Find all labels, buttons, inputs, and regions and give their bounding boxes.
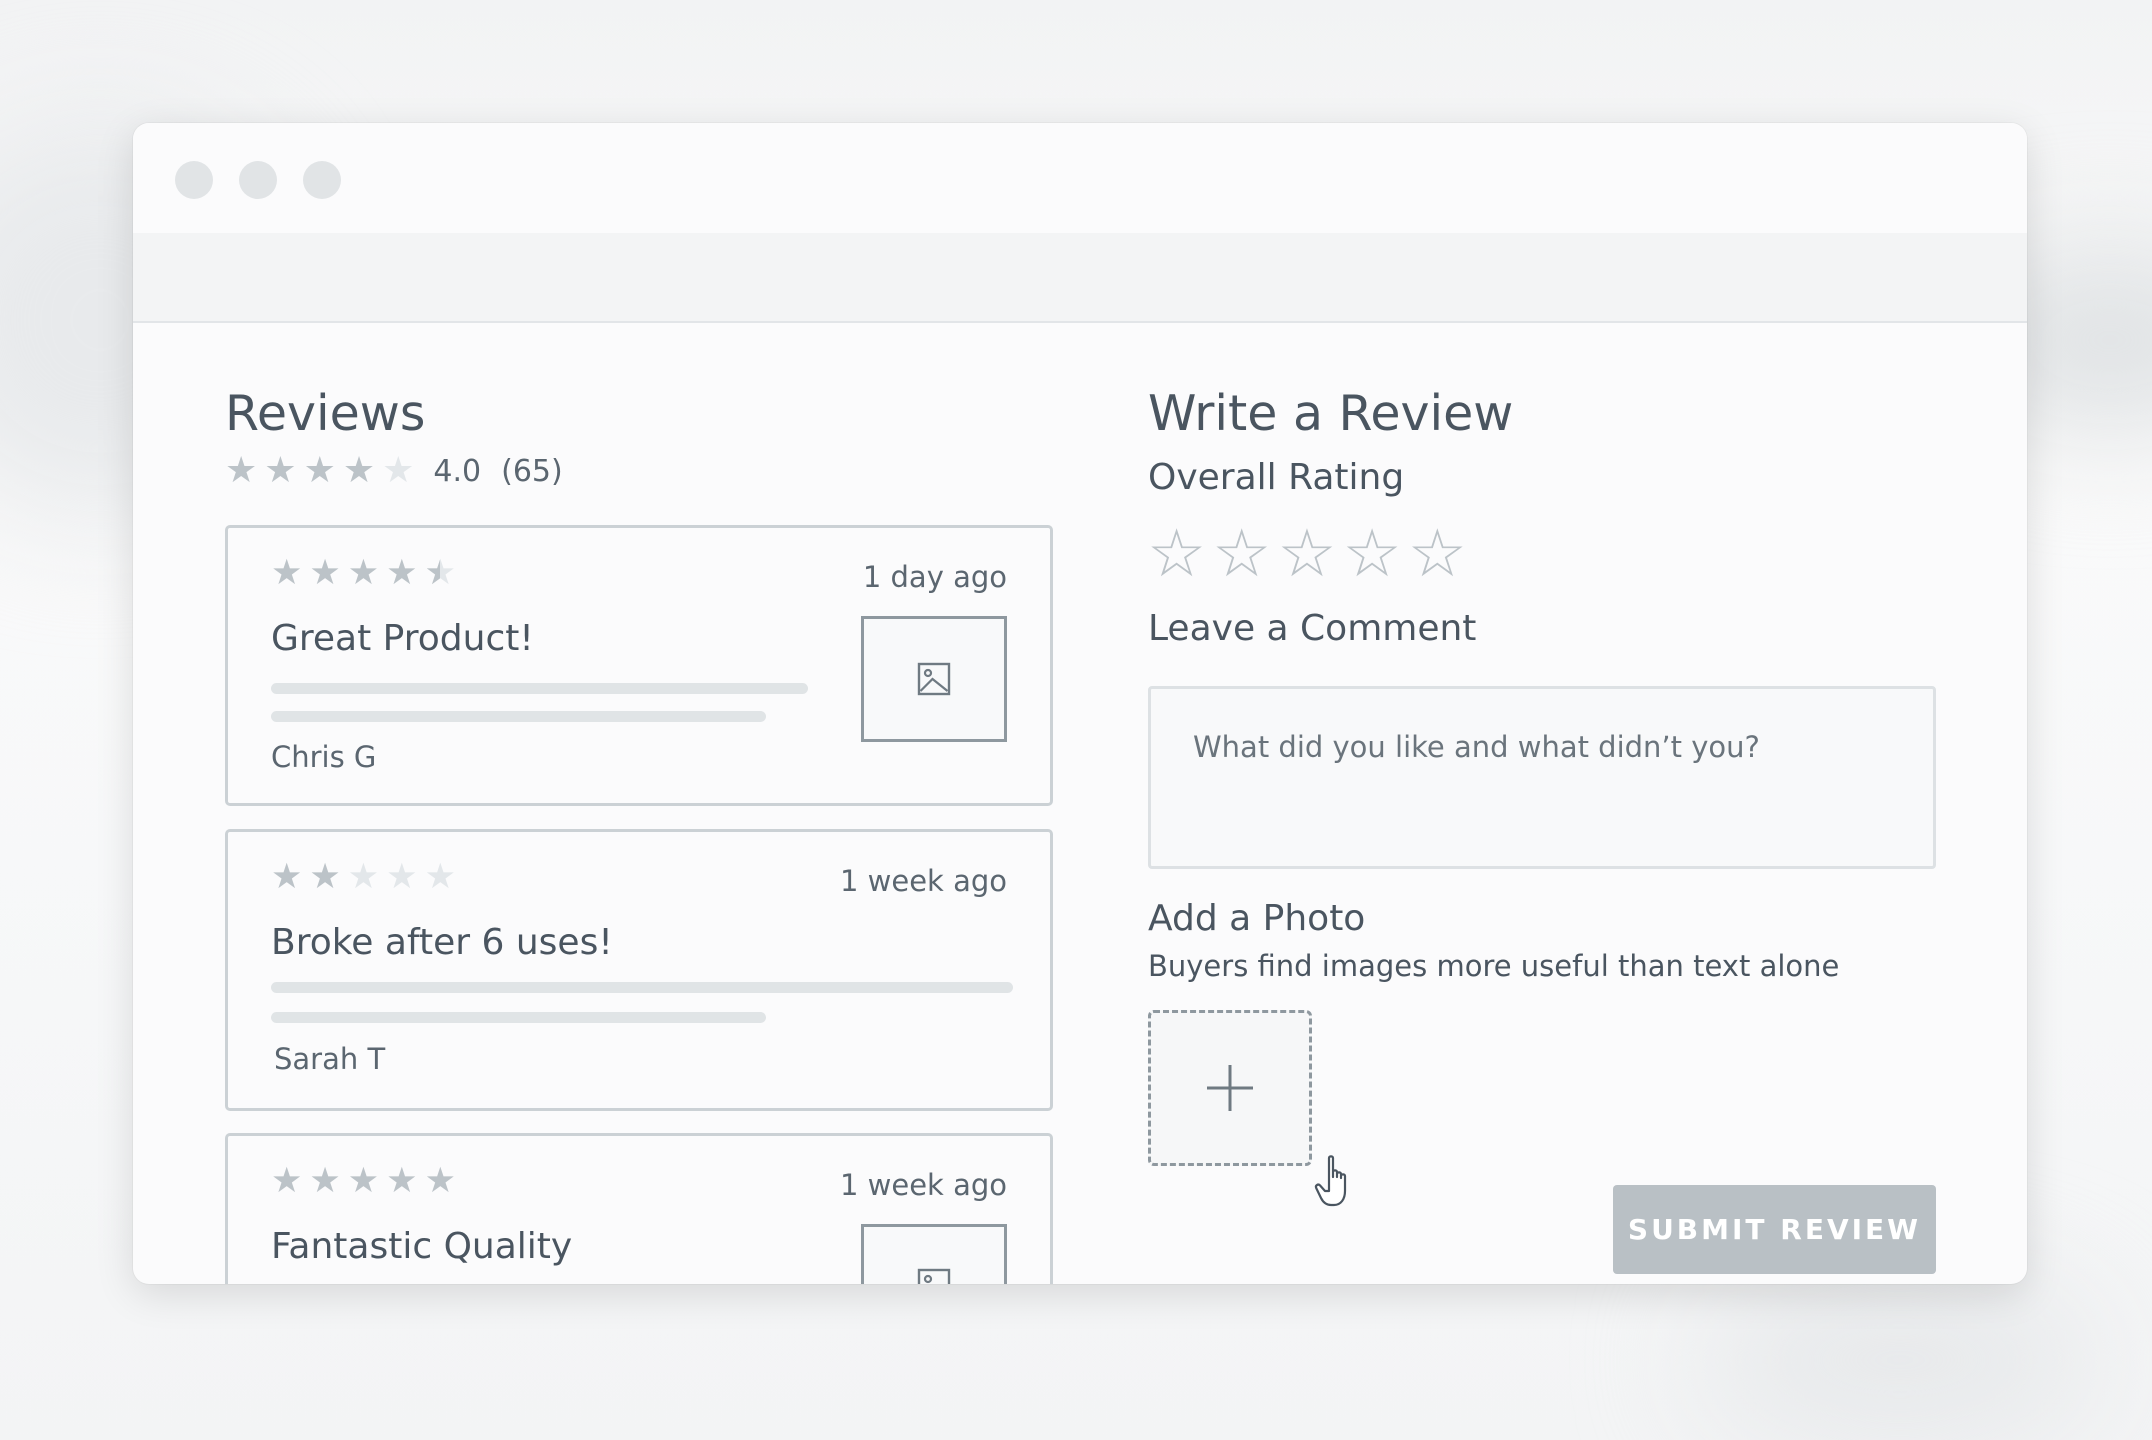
comment-textarea[interactable]: What did you like and what didn’t you? <box>1148 686 1936 869</box>
review-card[interactable]: ★ ★ ★ ★ ★ 1 week ago Broke after 6 uses! Sar… <box>225 829 1053 1111</box>
review-headline: Broke after 6 uses! <box>271 922 613 963</box>
review-author: Sarah T <box>274 1042 386 1076</box>
image-icon <box>917 662 951 696</box>
text-placeholder-line <box>271 1012 766 1023</box>
review-time: 1 day ago <box>862 560 1007 594</box>
star-filled-icon: ★ <box>424 1161 456 1201</box>
review-card[interactable]: ★★★★★★ 1 day ago Great Product! Chris G <box>225 525 1053 806</box>
add-photo-label: Add a Photo <box>1148 898 1366 939</box>
star-empty-icon: ★ <box>347 857 380 897</box>
review-count: (65) <box>501 453 563 489</box>
star-filled-icon: ★ <box>347 553 380 593</box>
comment-label: Leave a Comment <box>1148 608 1477 649</box>
star-filled-icon: ★ <box>264 450 297 491</box>
review-card[interactable]: ★ ★ ★ ★ ★ 1 week ago Fantastic Quality <box>225 1133 1053 1284</box>
write-review-title: Write a Review <box>1148 385 1514 442</box>
comment-placeholder: What did you like and what didn’t you? <box>1193 730 1760 764</box>
review-headline: Fantastic Quality <box>271 1226 573 1267</box>
star-empty-icon: ★ <box>382 450 415 491</box>
star-outline-icon[interactable]: ☆ <box>1212 521 1271 587</box>
photo-hint: Buyers find images more useful than text… <box>1148 949 1840 983</box>
image-icon <box>917 1268 951 1284</box>
star-half-icon: ★★ <box>424 553 456 593</box>
star-outline-icon[interactable]: ☆ <box>1147 521 1206 587</box>
page-content: Reviews ★ ★ ★ ★ ★ 4.0 (65) ★★★★★★ 1 day … <box>133 323 2027 1284</box>
review-author: Chris G <box>271 740 377 774</box>
review-photo-thumbnail[interactable] <box>861 616 1007 742</box>
star-filled-icon: ★ <box>386 553 418 593</box>
star-filled-icon: ★ <box>309 1161 341 1201</box>
review-stars: ★ ★ ★ ★ ★ <box>271 860 463 895</box>
star-filled-icon: ★ <box>309 857 341 897</box>
reviews-title: Reviews <box>225 385 426 442</box>
star-filled-icon: ★ <box>309 553 341 593</box>
text-placeholder-line <box>271 711 766 722</box>
plus-icon <box>1207 1065 1253 1111</box>
star-outline-icon[interactable]: ☆ <box>1277 521 1336 587</box>
star-filled-icon: ★ <box>271 553 303 593</box>
window-dot-2[interactable] <box>239 161 277 199</box>
average-rating: 4.0 <box>433 453 482 489</box>
review-time: 1 week ago <box>839 1168 1007 1202</box>
text-placeholder-line <box>271 982 1013 993</box>
add-photo-button[interactable] <box>1148 1010 1312 1166</box>
text-placeholder-line <box>271 683 808 694</box>
rating-input: ☆☆☆☆☆ <box>1147 521 1473 587</box>
star-empty-icon: ★ <box>424 857 456 897</box>
star-outline-icon[interactable]: ☆ <box>1343 521 1402 587</box>
toolbar <box>133 233 2027 323</box>
hand-cursor-icon <box>1314 1155 1347 1207</box>
review-time: 1 week ago <box>839 864 1007 898</box>
star-filled-icon: ★ <box>386 1161 418 1201</box>
star-filled-icon: ★ <box>271 857 303 897</box>
submit-review-button[interactable]: SUBMIT REVIEW <box>1613 1185 1936 1274</box>
title-bar <box>133 123 2027 233</box>
star-empty-icon: ★ <box>386 857 418 897</box>
overall-rating-label: Overall Rating <box>1148 457 1405 498</box>
review-stars: ★★★★★★ <box>271 556 456 591</box>
window-dot-1[interactable] <box>175 161 213 199</box>
star-filled-icon: ★ <box>303 450 336 491</box>
star-filled-icon: ★ <box>225 450 258 491</box>
star-outline-icon[interactable]: ☆ <box>1408 521 1467 587</box>
star-filled-icon: ★ <box>271 1161 303 1201</box>
rating-summary: ★ ★ ★ ★ ★ 4.0 (65) <box>225 453 563 489</box>
review-photo-thumbnail[interactable] <box>861 1224 1007 1284</box>
star-filled-icon: ★ <box>342 450 376 491</box>
browser-window: Reviews ★ ★ ★ ★ ★ 4.0 (65) ★★★★★★ 1 day … <box>133 123 2027 1284</box>
review-headline: Great Product! <box>271 618 534 659</box>
window-dot-3[interactable] <box>303 161 341 199</box>
review-stars: ★ ★ ★ ★ ★ <box>271 1164 463 1199</box>
star-filled-icon: ★ <box>347 1161 380 1201</box>
